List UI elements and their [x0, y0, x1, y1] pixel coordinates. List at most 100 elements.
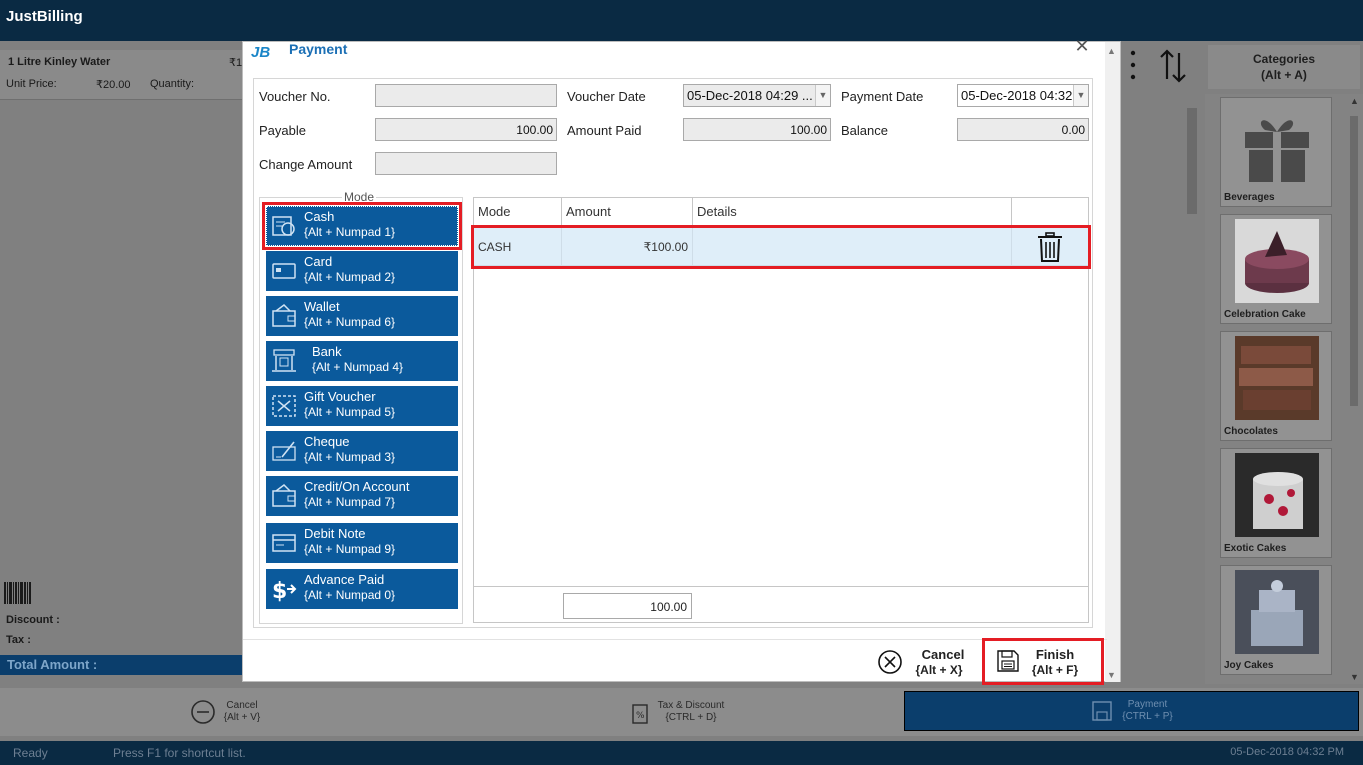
discount-label: Discount : — [6, 614, 60, 626]
mode-debit-note-button[interactable]: Debit Note {Alt + Numpad 9} — [266, 523, 458, 563]
mode-label: Card — [304, 254, 333, 269]
mode-gift-voucher-button[interactable]: Gift Voucher {Alt + Numpad 5} — [266, 386, 458, 426]
trash-icon[interactable] — [1036, 231, 1064, 263]
category-label: Celebration Cake — [1224, 309, 1306, 320]
change-amount-field — [375, 152, 557, 175]
status-datetime: 05-Dec-2018 04:32 PM — [1230, 746, 1344, 758]
payable-label: Payable — [259, 123, 306, 138]
cancel-label: Cancel — [921, 647, 965, 662]
total-amount-bar: Total Amount : — [0, 655, 243, 675]
dialog-scrollbar[interactable]: ▲ ▼ — [1105, 42, 1120, 682]
dialog-title: Payment — [289, 41, 348, 57]
cancel-order-label: Cancel — [226, 700, 258, 711]
category-exotic-cakes[interactable]: Exotic Cakes — [1220, 448, 1332, 558]
cake-image — [1235, 219, 1319, 303]
bank-icon — [272, 349, 296, 372]
mode-cheque-button[interactable]: Cheque {Alt + Numpad 3} — [266, 431, 458, 471]
payable-field: 100.00 — [375, 118, 557, 141]
payment-date-picker[interactable]: 05-Dec-2018 04:32 ▼ — [957, 84, 1089, 107]
cheque-icon — [272, 441, 296, 461]
categories-shortcut: (Alt + A) — [1261, 68, 1307, 82]
change-amount-label: Change Amount — [259, 157, 353, 172]
mode-wallet-button[interactable]: Wallet {Alt + Numpad 6} — [266, 296, 458, 336]
category-beverages[interactable]: Beverages — [1220, 97, 1332, 207]
status-hint: Press F1 for shortcut list. — [113, 746, 246, 760]
payment-button[interactable]: Payment {CTRL + P} — [904, 691, 1359, 731]
voucher-date-label: Voucher Date — [567, 89, 646, 104]
tax-label: Tax : — [6, 634, 31, 646]
credit-icon — [272, 484, 296, 507]
cash-icon — [272, 216, 295, 236]
mode-label: Debit Note — [304, 526, 366, 541]
barcode-icon[interactable] — [4, 582, 34, 604]
mode-cash-button[interactable]: Cash {Alt + Numpad 1} — [262, 202, 462, 250]
voucher-date-value: 05-Dec-2018 04:29 ... — [687, 88, 813, 103]
exotic-cake-image — [1235, 453, 1319, 537]
categories-header[interactable]: Categories (Alt + A) — [1208, 45, 1360, 89]
column-mode[interactable]: Mode — [474, 198, 562, 226]
categories-scrollbar[interactable]: ▲ ▼ — [1347, 94, 1361, 684]
right-tools — [1121, 41, 1205, 91]
more-options-icon[interactable] — [1121, 41, 1205, 91]
mode-label: Wallet — [304, 299, 340, 314]
voucher-date-picker[interactable]: 05-Dec-2018 04:29 ... ▼ — [683, 84, 831, 107]
column-amount[interactable]: Amount — [562, 198, 693, 226]
payment-label: Payment — [1127, 699, 1168, 710]
minus-circle-icon — [190, 700, 215, 724]
column-details[interactable]: Details — [693, 198, 1012, 226]
chocolate-image — [1235, 336, 1319, 420]
finish-shortcut: {Alt + F} — [1031, 663, 1079, 677]
items-scrollbar[interactable] — [1183, 94, 1201, 684]
mode-bank-button[interactable]: Bank {Alt + Numpad 4} — [266, 341, 458, 381]
table-row[interactable]: CASH ₹100.00 — [471, 225, 1091, 269]
category-label: Joy Cakes — [1224, 660, 1274, 671]
cancel-circle-icon — [878, 650, 902, 674]
category-joy-cakes[interactable]: Joy Cakes — [1220, 565, 1332, 675]
close-icon[interactable]: ✕ — [1074, 37, 1090, 55]
category-label: Beverages — [1224, 192, 1275, 203]
quantity-label: Quantity: — [150, 78, 195, 90]
voucher-no-label: Voucher No. — [259, 89, 331, 104]
advance-paid-icon: $ — [272, 579, 297, 602]
svg-text:%: % — [636, 711, 645, 721]
chevron-down-icon[interactable]: ▼ — [815, 85, 830, 106]
row-amount: ₹100.00 — [562, 228, 693, 266]
gift-box-icon — [1245, 120, 1309, 182]
tax-discount-button[interactable]: % Tax & Discount {CTRL + D} — [452, 688, 902, 736]
cancel-shortcut: {Alt + X} — [915, 663, 963, 677]
amount-paid-field: 100.00 — [683, 118, 831, 141]
payments-grid: Mode Amount Details CASH ₹100.00 100.00 — [471, 197, 1091, 623]
grid-total: 100.00 — [563, 593, 692, 619]
app-topbar: JustBilling — [0, 0, 1363, 41]
category-chocolates[interactable]: Chocolates — [1220, 331, 1332, 441]
mode-legend: Mode — [342, 190, 377, 204]
chevron-down-icon[interactable]: ▼ — [1073, 85, 1088, 106]
mode-label: Cheque — [304, 434, 350, 449]
wallet-icon — [272, 304, 296, 327]
mode-credit-button[interactable]: Credit/On Account {Alt + Numpad 7} — [266, 476, 458, 516]
row-mode: CASH — [474, 228, 562, 266]
finish-button[interactable]: Finish {Alt + F} — [982, 638, 1104, 685]
voucher-no-field[interactable] — [375, 84, 557, 107]
dialog-titlebar: JB Payment ✕ — [243, 37, 1120, 74]
balance-label: Balance — [841, 123, 888, 138]
category-label: Exotic Cakes — [1224, 543, 1287, 554]
row-details[interactable] — [693, 228, 1012, 266]
amount-paid-label: Amount Paid — [567, 123, 642, 138]
total-amount-label: Total Amount : — [7, 657, 98, 672]
mode-shortcut: {Alt + Numpad 6} — [304, 315, 396, 329]
mode-label: Credit/On Account — [304, 479, 410, 494]
status-ready: Ready — [13, 746, 48, 760]
tax-discount-shortcut: {CTRL + D} — [665, 712, 717, 723]
mode-advance-paid-button[interactable]: $ Advance Paid {Alt + Numpad 0} — [266, 569, 458, 609]
dialog-footer: Cancel {Alt + X} Finish {Alt + F} — [243, 638, 1107, 685]
cart-item[interactable]: 1 Litre Kinley Water ₹1 Unit Price: ₹20.… — [0, 50, 243, 100]
gift-voucher-icon — [272, 395, 296, 417]
mode-shortcut: {Alt + Numpad 5} — [304, 405, 396, 419]
category-celebration-cake[interactable]: Celebration Cake — [1220, 214, 1332, 324]
cancel-order-button[interactable]: Cancel {Alt + V} — [0, 688, 450, 736]
mode-card-button[interactable]: Card {Alt + Numpad 2} — [266, 251, 458, 291]
svg-text:$: $ — [272, 579, 287, 602]
cancel-button[interactable]: Cancel {Alt + X} — [877, 644, 973, 680]
joy-cake-image — [1235, 570, 1319, 654]
